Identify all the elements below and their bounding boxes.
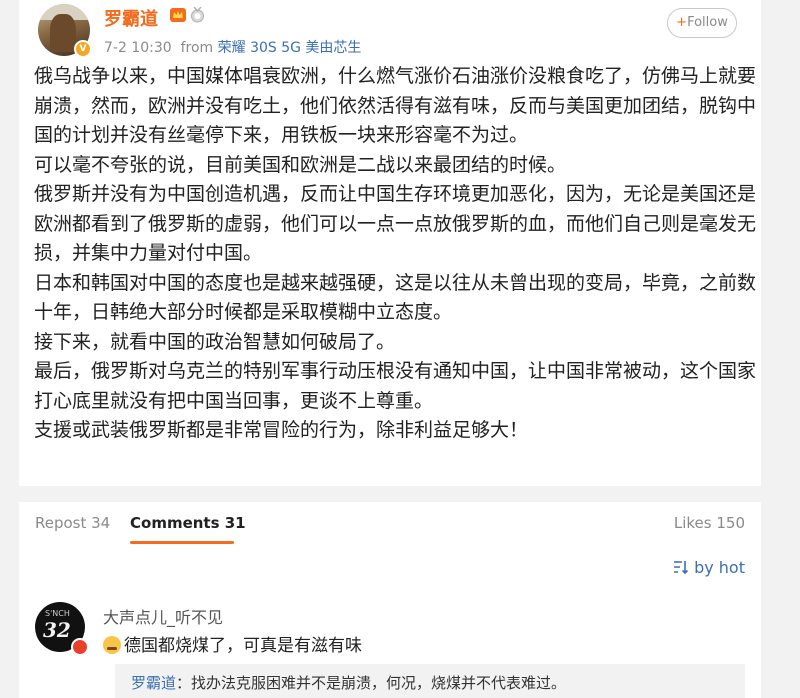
post-time: 7-2 10:30 — [104, 40, 172, 56]
follow-plus-icon: + — [676, 15, 688, 30]
avatar-caption: S'NCH — [45, 609, 70, 618]
sort-label: by hot — [694, 558, 745, 577]
post-source[interactable]: 荣耀 30S 5G 美由芯生 — [218, 40, 362, 56]
active-tab-indicator — [130, 541, 234, 544]
sort-bar: by hot — [19, 546, 761, 592]
vip-crown-icon — [170, 8, 186, 22]
post-paragraph: 俄乌战争以来，中国媒体唱衰欧洲，什么燃气涨价石油涨价没粮食吃了，仿佛马上就要崩溃… — [34, 65, 757, 146]
post-paragraph: 接下来，就看中国的政治智慧如何破局了。 — [34, 330, 396, 353]
post-paragraph: 日本和韩国对中国的态度也是越来越强硬，这是以往从未曾出现的变局，毕竟，之前数十年… — [34, 271, 757, 324]
author-name[interactable]: 罗霸道 — [104, 5, 158, 31]
reply-item: 罗霸道：找办法克服困难并不是崩溃，何况，烧煤并不代表难过。 — [131, 672, 566, 693]
from-label: from — [180, 40, 214, 56]
reply-box[interactable]: 罗霸道：找办法克服困难并不是崩溃，何况，烧煤并不代表难过。 — [115, 664, 745, 698]
follow-label: Follow — [687, 15, 728, 30]
interaction-tabs: Repost 34 Comments 31 Likes 150 — [19, 502, 761, 546]
tab-repost[interactable]: Repost 34 — [35, 514, 110, 532]
reply-text: ：找办法克服困难并不是崩溃，何况，烧煤并不代表难过。 — [176, 674, 567, 692]
medal-icon — [191, 7, 204, 23]
follow-button[interactable]: +Follow — [667, 8, 737, 38]
verified-icon: V — [74, 40, 92, 58]
reply-author[interactable]: 罗霸道 — [131, 674, 176, 692]
commenter-name[interactable]: 大声点儿_听不见 — [103, 604, 223, 628]
comment-item: S'NCH 32 大声点儿_听不见 德国都烧煤了，可真是有滋有味 罗霸道：找办法… — [19, 592, 761, 698]
comment-body: 德国都烧煤了，可真是有滋有味 — [124, 636, 362, 656]
post-paragraph: 可以毫不夸张的说，目前美国和欧洲是二战以来最团结的时候。 — [34, 153, 567, 176]
tab-likes[interactable]: Likes 150 — [674, 514, 745, 532]
post-paragraph: 支援或武装俄罗斯都是非常冒险的行为，除非利益足够大！ — [34, 419, 529, 441]
post-meta: 7-2 10:30 from 荣耀 30S 5G 美由芯生 — [104, 37, 361, 57]
sort-by-hot-button[interactable]: by hot — [673, 558, 745, 577]
avatar-number: 32 — [43, 618, 71, 642]
post-paragraph: 最后，俄罗斯对乌克兰的特别军事行动压根没有通知中国，让中国非常被动，这个国家打心… — [34, 360, 757, 412]
commenter-badge-icon — [71, 638, 89, 656]
avatar-rock — [50, 14, 76, 52]
sort-icon — [673, 561, 689, 575]
tab-comments[interactable]: Comments 31 — [130, 514, 246, 532]
post-paragraph: 俄罗斯并没有为中国创造机遇，反而让中国生存环境更加恶化，因为，无论是美国还是欧洲… — [34, 183, 757, 264]
sweat-emoji-icon — [103, 636, 121, 654]
post-body: 俄乌战争以来，中国媒体唱衰欧洲，什么燃气涨价石油涨价没粮食吃了，仿佛马上就要崩溃… — [34, 62, 756, 446]
comment-text: 德国都烧煤了，可真是有滋有味 — [103, 631, 362, 656]
